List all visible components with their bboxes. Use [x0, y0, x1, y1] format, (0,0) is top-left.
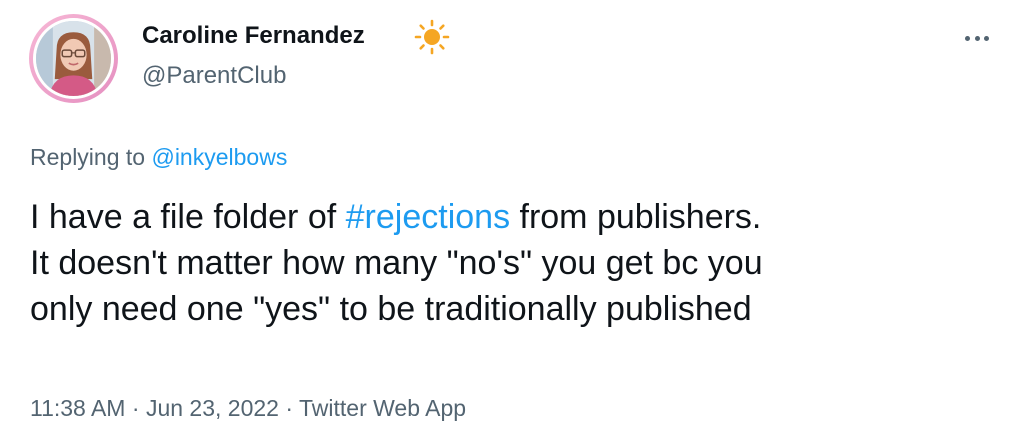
user-handle[interactable]: @ParentClub [142, 60, 286, 92]
replying-to: Replying to @inkyelbows [30, 141, 287, 173]
tweet-text-segment: from publishers. [510, 198, 762, 236]
avatar[interactable] [29, 14, 118, 103]
tweet-text: I have a file folder of #rejections from… [30, 194, 1000, 332]
replying-to-link[interactable]: @inkyelbows [151, 144, 287, 170]
tweet-time[interactable]: 11:38 AM [30, 395, 125, 421]
more-dot [974, 35, 980, 41]
meta-separator: · [131, 395, 140, 421]
tweet-text-segment: I have a file folder of [30, 198, 346, 236]
tweet-line-2: It doesn't matter how many "no's" you ge… [30, 244, 763, 282]
tweet-source[interactable]: Twitter Web App [299, 395, 466, 421]
tweet-date[interactable]: Jun 23, 2022 [146, 395, 279, 421]
tweet-meta: 11:38 AM · Jun 23, 2022 · Twitter Web Ap… [30, 392, 466, 424]
sun-icon [414, 19, 450, 55]
tweet-card: Caroline Fernandez @ParentClub Replying … [0, 0, 1024, 434]
more-dot [984, 35, 989, 41]
display-name[interactable]: Caroline Fernandez [142, 20, 365, 52]
meta-separator: · [285, 395, 294, 421]
avatar-image [33, 18, 114, 99]
replying-to-label: Replying to [30, 144, 146, 170]
tweet-line-1: I have a file folder of #rejections from… [30, 194, 1000, 240]
more-dot [965, 35, 970, 41]
more-options-icon[interactable] [956, 28, 998, 48]
avatar-portrait-icon [36, 21, 111, 96]
hashtag-link[interactable]: #rejections [346, 198, 510, 236]
tweet-line-3: only need one "yes" to be traditionally … [30, 290, 752, 328]
